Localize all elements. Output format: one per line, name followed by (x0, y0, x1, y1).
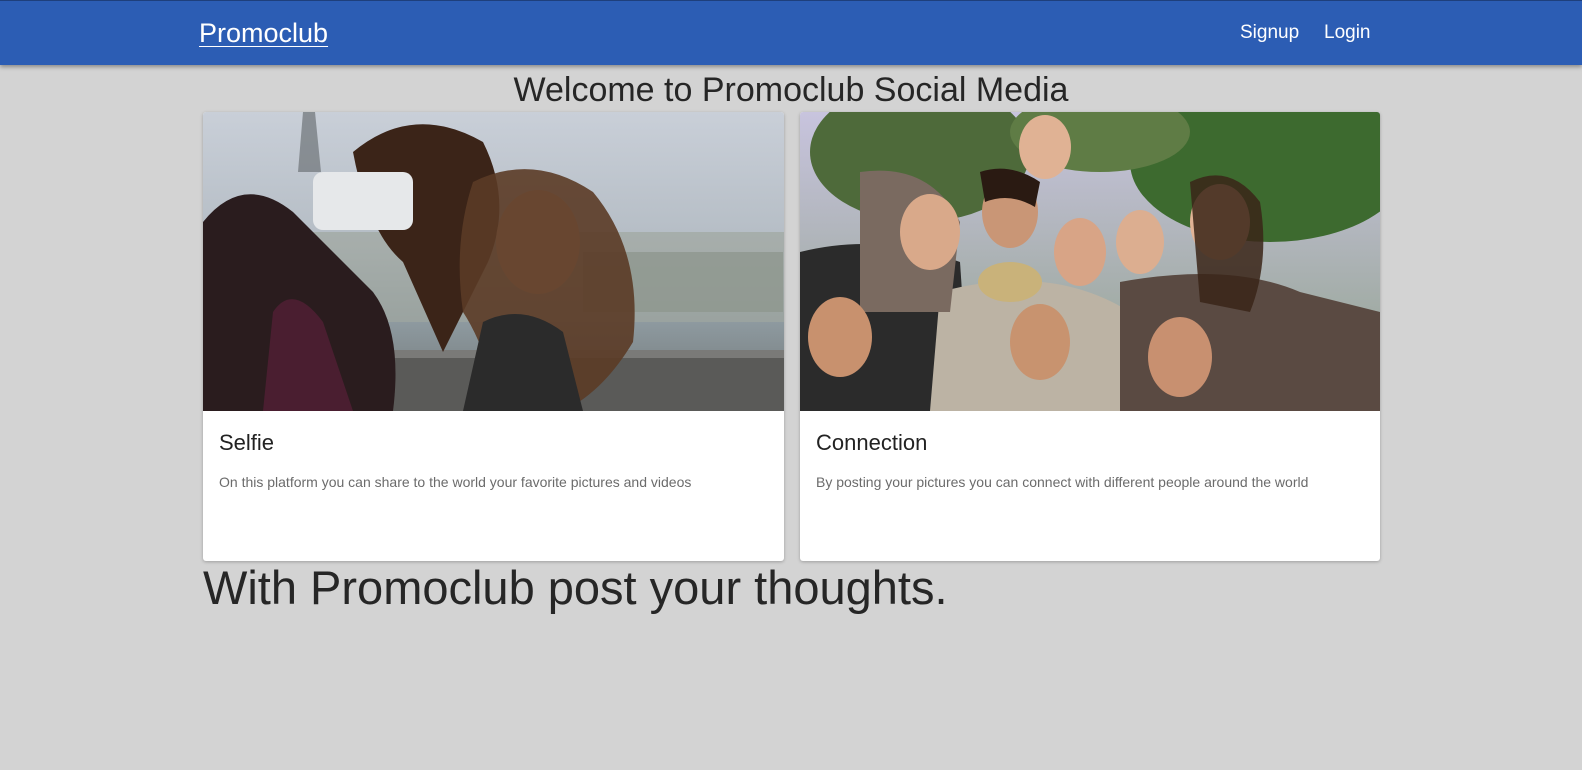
page-title: Welcome to Promoclub Social Media (513, 71, 1069, 109)
card-connection: Connection By posting your pictures you … (800, 112, 1380, 561)
brand-link[interactable]: Promoclub (199, 18, 328, 49)
signup-link[interactable]: Signup (1240, 22, 1299, 44)
card-title: Connection (816, 430, 928, 455)
tagline-heading: With Promoclub post your thoughts. (203, 561, 948, 614)
card-selfie: Selfie On this platform you can share to… (203, 112, 784, 561)
card-text: By posting your pictures you can connect… (816, 474, 1309, 490)
navbar: Promoclub Signup Login (0, 0, 1582, 65)
selfie-photo (203, 112, 784, 411)
card-title: Selfie (219, 430, 275, 455)
card-text: On this platform you can share to the wo… (219, 474, 692, 490)
login-link[interactable]: Login (1324, 22, 1371, 44)
group-of-friends-photo (800, 112, 1380, 411)
